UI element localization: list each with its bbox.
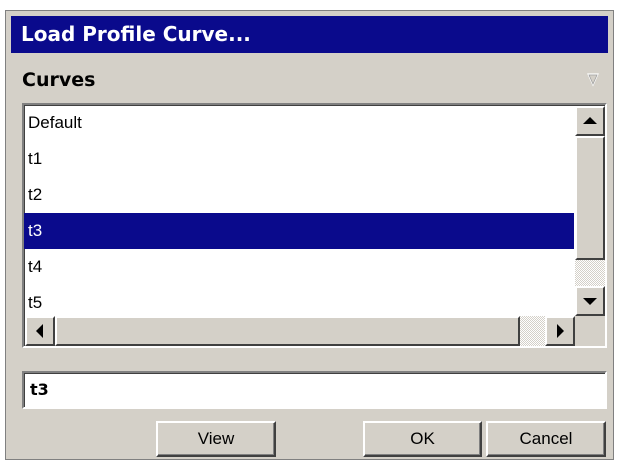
curves-label: Curves <box>22 69 96 91</box>
list-item-label: t1 <box>28 149 43 168</box>
arrow-down-icon <box>583 298 597 305</box>
scroll-down-button[interactable] <box>575 286 605 316</box>
list-item-label: t4 <box>28 257 43 276</box>
list-item-default[interactable]: Default <box>24 105 574 141</box>
list-item-t3[interactable]: t3 <box>24 213 574 249</box>
list-item-label: t3 <box>28 221 43 240</box>
arrow-up-icon <box>583 117 597 124</box>
list-item-t1[interactable]: t1 <box>24 141 574 177</box>
scroll-up-button[interactable] <box>575 106 605 136</box>
view-button[interactable]: View <box>156 421 276 457</box>
scrollbar-corner <box>575 316 605 346</box>
vertical-scroll-thumb[interactable] <box>575 136 605 260</box>
arrow-left-icon <box>36 324 43 338</box>
list-item-label: t5 <box>28 293 43 312</box>
scroll-right-button[interactable] <box>545 316 575 346</box>
curves-list: Default t1 t2 t3 t4 t5 <box>24 105 574 321</box>
cancel-button[interactable]: Cancel <box>486 421 606 457</box>
list-item-label: t2 <box>28 185 43 204</box>
selected-curve-field[interactable]: t3 <box>22 371 607 409</box>
vertical-scrollbar[interactable] <box>575 106 605 316</box>
horizontal-scroll-thumb[interactable] <box>55 316 520 346</box>
triangle-down-icon[interactable] <box>586 71 600 87</box>
dialog-title: Load Profile Curve... <box>21 22 251 46</box>
horizontal-scrollbar[interactable] <box>25 316 575 346</box>
list-item-label: Default <box>28 113 82 132</box>
dialog-title-bar[interactable]: Load Profile Curve... <box>11 16 608 53</box>
load-profile-curve-dialog: Load Profile Curve... Curves Default t1 … <box>5 10 614 460</box>
list-item-t2[interactable]: t2 <box>24 177 574 213</box>
scroll-left-button[interactable] <box>25 316 55 346</box>
ok-button[interactable]: OK <box>363 421 482 457</box>
list-item-t4[interactable]: t4 <box>24 249 574 285</box>
curves-listbox[interactable]: Default t1 t2 t3 t4 t5 <box>22 103 607 348</box>
arrow-right-icon <box>557 324 564 338</box>
